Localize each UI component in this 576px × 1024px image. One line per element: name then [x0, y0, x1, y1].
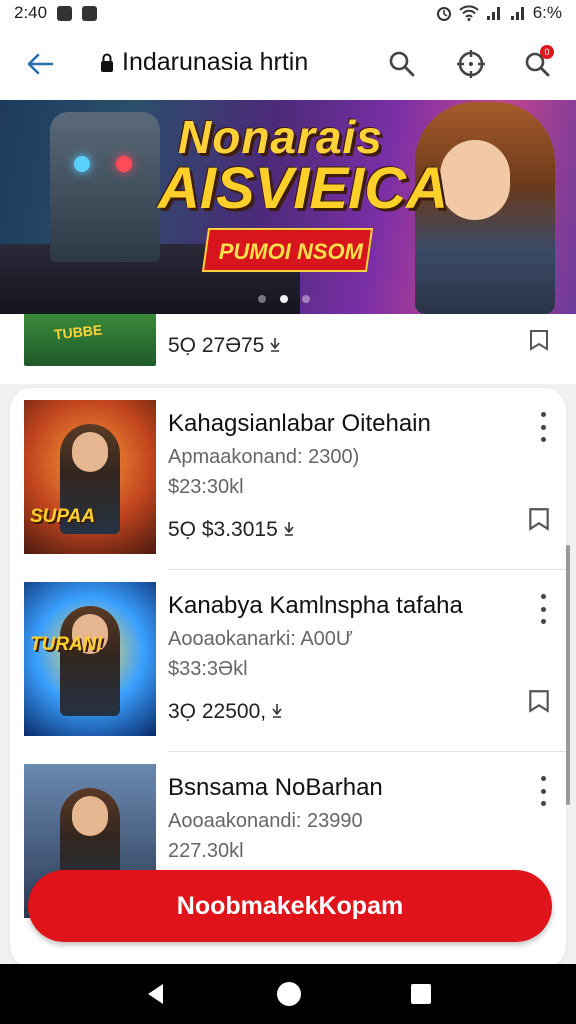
primary-action-label: NoobmakekKopam: [176, 891, 404, 920]
nav-recents-icon[interactable]: [409, 982, 433, 1006]
system-nav-bar: [0, 964, 576, 1024]
list-item-partial[interactable]: TUBBE 5Ọ 27Ә75: [0, 314, 576, 384]
carousel-dots[interactable]: [258, 295, 310, 303]
page-title-text: Indarunasia hrtin: [122, 48, 309, 76]
wifi-icon: [459, 5, 479, 21]
item-stat: 3Ọ 22500,: [168, 700, 284, 724]
more-options-button[interactable]: [534, 592, 552, 626]
game-title: Kahagsianlabar Oitehain: [168, 410, 431, 437]
app-header: Indarunasia hrtin 0: [0, 26, 576, 100]
carousel-dot[interactable]: [258, 295, 266, 303]
hand-icon: [270, 338, 280, 352]
back-arrow-icon: [27, 53, 54, 75]
banner-title-line2: AISVIEICA: [158, 156, 449, 221]
item-stat-text: 3Ọ 22500,: [168, 700, 267, 723]
banner-robot-art: [50, 112, 160, 262]
search-icon: [389, 51, 415, 77]
game-subtitle: Apmaakonand: 2300): [168, 446, 360, 468]
thumbnail-text: SUPAA: [30, 506, 96, 527]
target-button[interactable]: [452, 45, 490, 83]
status-bar: 2:40 6:%: [0, 0, 576, 26]
bookmark-icon[interactable]: [526, 688, 552, 714]
thumbnail-text: TUBBE: [53, 321, 103, 343]
target-icon: [457, 50, 485, 78]
game-thumbnail: TURAN!: [24, 582, 156, 736]
item-stat-text: 5Ọ 27Ә75: [168, 334, 265, 357]
carousel-dot[interactable]: [302, 295, 310, 303]
list-item[interactable]: SUPAA Kahagsianlabar Oitehain Apmaakonan…: [10, 388, 566, 570]
scrollbar[interactable]: [566, 545, 570, 805]
banner-ribbon: PUMOI NSOM: [201, 228, 374, 272]
game-subtitle: Aooaakonandi: 23990: [168, 810, 363, 832]
signal-icon-2: [510, 7, 524, 20]
game-price: 227.30kl: [168, 840, 244, 862]
notification-app-icon: [57, 5, 73, 21]
banner-hero-face: [440, 140, 510, 220]
list-item[interactable]: TURAN! Kanabya Kamlnspha tafaha Aooaokan…: [10, 570, 566, 752]
game-thumbnail: SUPAA: [24, 400, 156, 554]
nav-home-icon[interactable]: [275, 980, 303, 1008]
notification-app-icon: [82, 5, 98, 21]
game-thumbnail: TUBBE: [24, 314, 156, 366]
nav-back-icon[interactable]: [143, 981, 169, 1007]
game-title: Bsnsama NoBarhan: [168, 774, 383, 801]
back-button[interactable]: [22, 46, 58, 82]
item-stat-text: 5Ọ $3.3015: [168, 518, 278, 541]
hand-icon: [272, 704, 282, 718]
alarm-icon: [436, 7, 451, 21]
game-subtitle: Aooaokanarki: A00Ư: [168, 628, 353, 650]
thumbnail-text: TURAN!: [30, 634, 103, 655]
game-title: Kanabya Kamlnspha tafaha: [168, 592, 463, 619]
primary-action-button[interactable]: NoobmakekKopam: [28, 870, 552, 942]
hand-icon: [284, 522, 294, 536]
carousel-dot-active[interactable]: [280, 295, 288, 303]
status-time: 2:40: [14, 3, 48, 22]
game-price: $23:30kl: [168, 476, 244, 498]
search-button[interactable]: [383, 45, 421, 83]
bookmark-icon[interactable]: [526, 506, 552, 532]
battery-text: 6:%: [532, 3, 562, 22]
item-stat: 5Ọ 27Ә75: [168, 334, 282, 358]
signal-icon: [486, 7, 500, 20]
page-title: Indarunasia hrtin: [100, 48, 308, 77]
bookmark-icon[interactable]: [527, 328, 551, 352]
game-price: $33:3Әkl: [168, 658, 248, 680]
item-stat: 5Ọ $3.3015: [168, 518, 296, 542]
promo-banner[interactable]: Nonarais AISVIEICA PUMOI NSOM: [0, 100, 576, 314]
more-options-button[interactable]: [534, 410, 552, 444]
more-options-button[interactable]: [534, 774, 552, 808]
notification-badge: 0: [540, 45, 554, 59]
lock-icon: [101, 53, 113, 72]
banner-ribbon-text: PUMOI NSOM: [218, 239, 363, 264]
notification-button[interactable]: 0: [518, 45, 556, 83]
